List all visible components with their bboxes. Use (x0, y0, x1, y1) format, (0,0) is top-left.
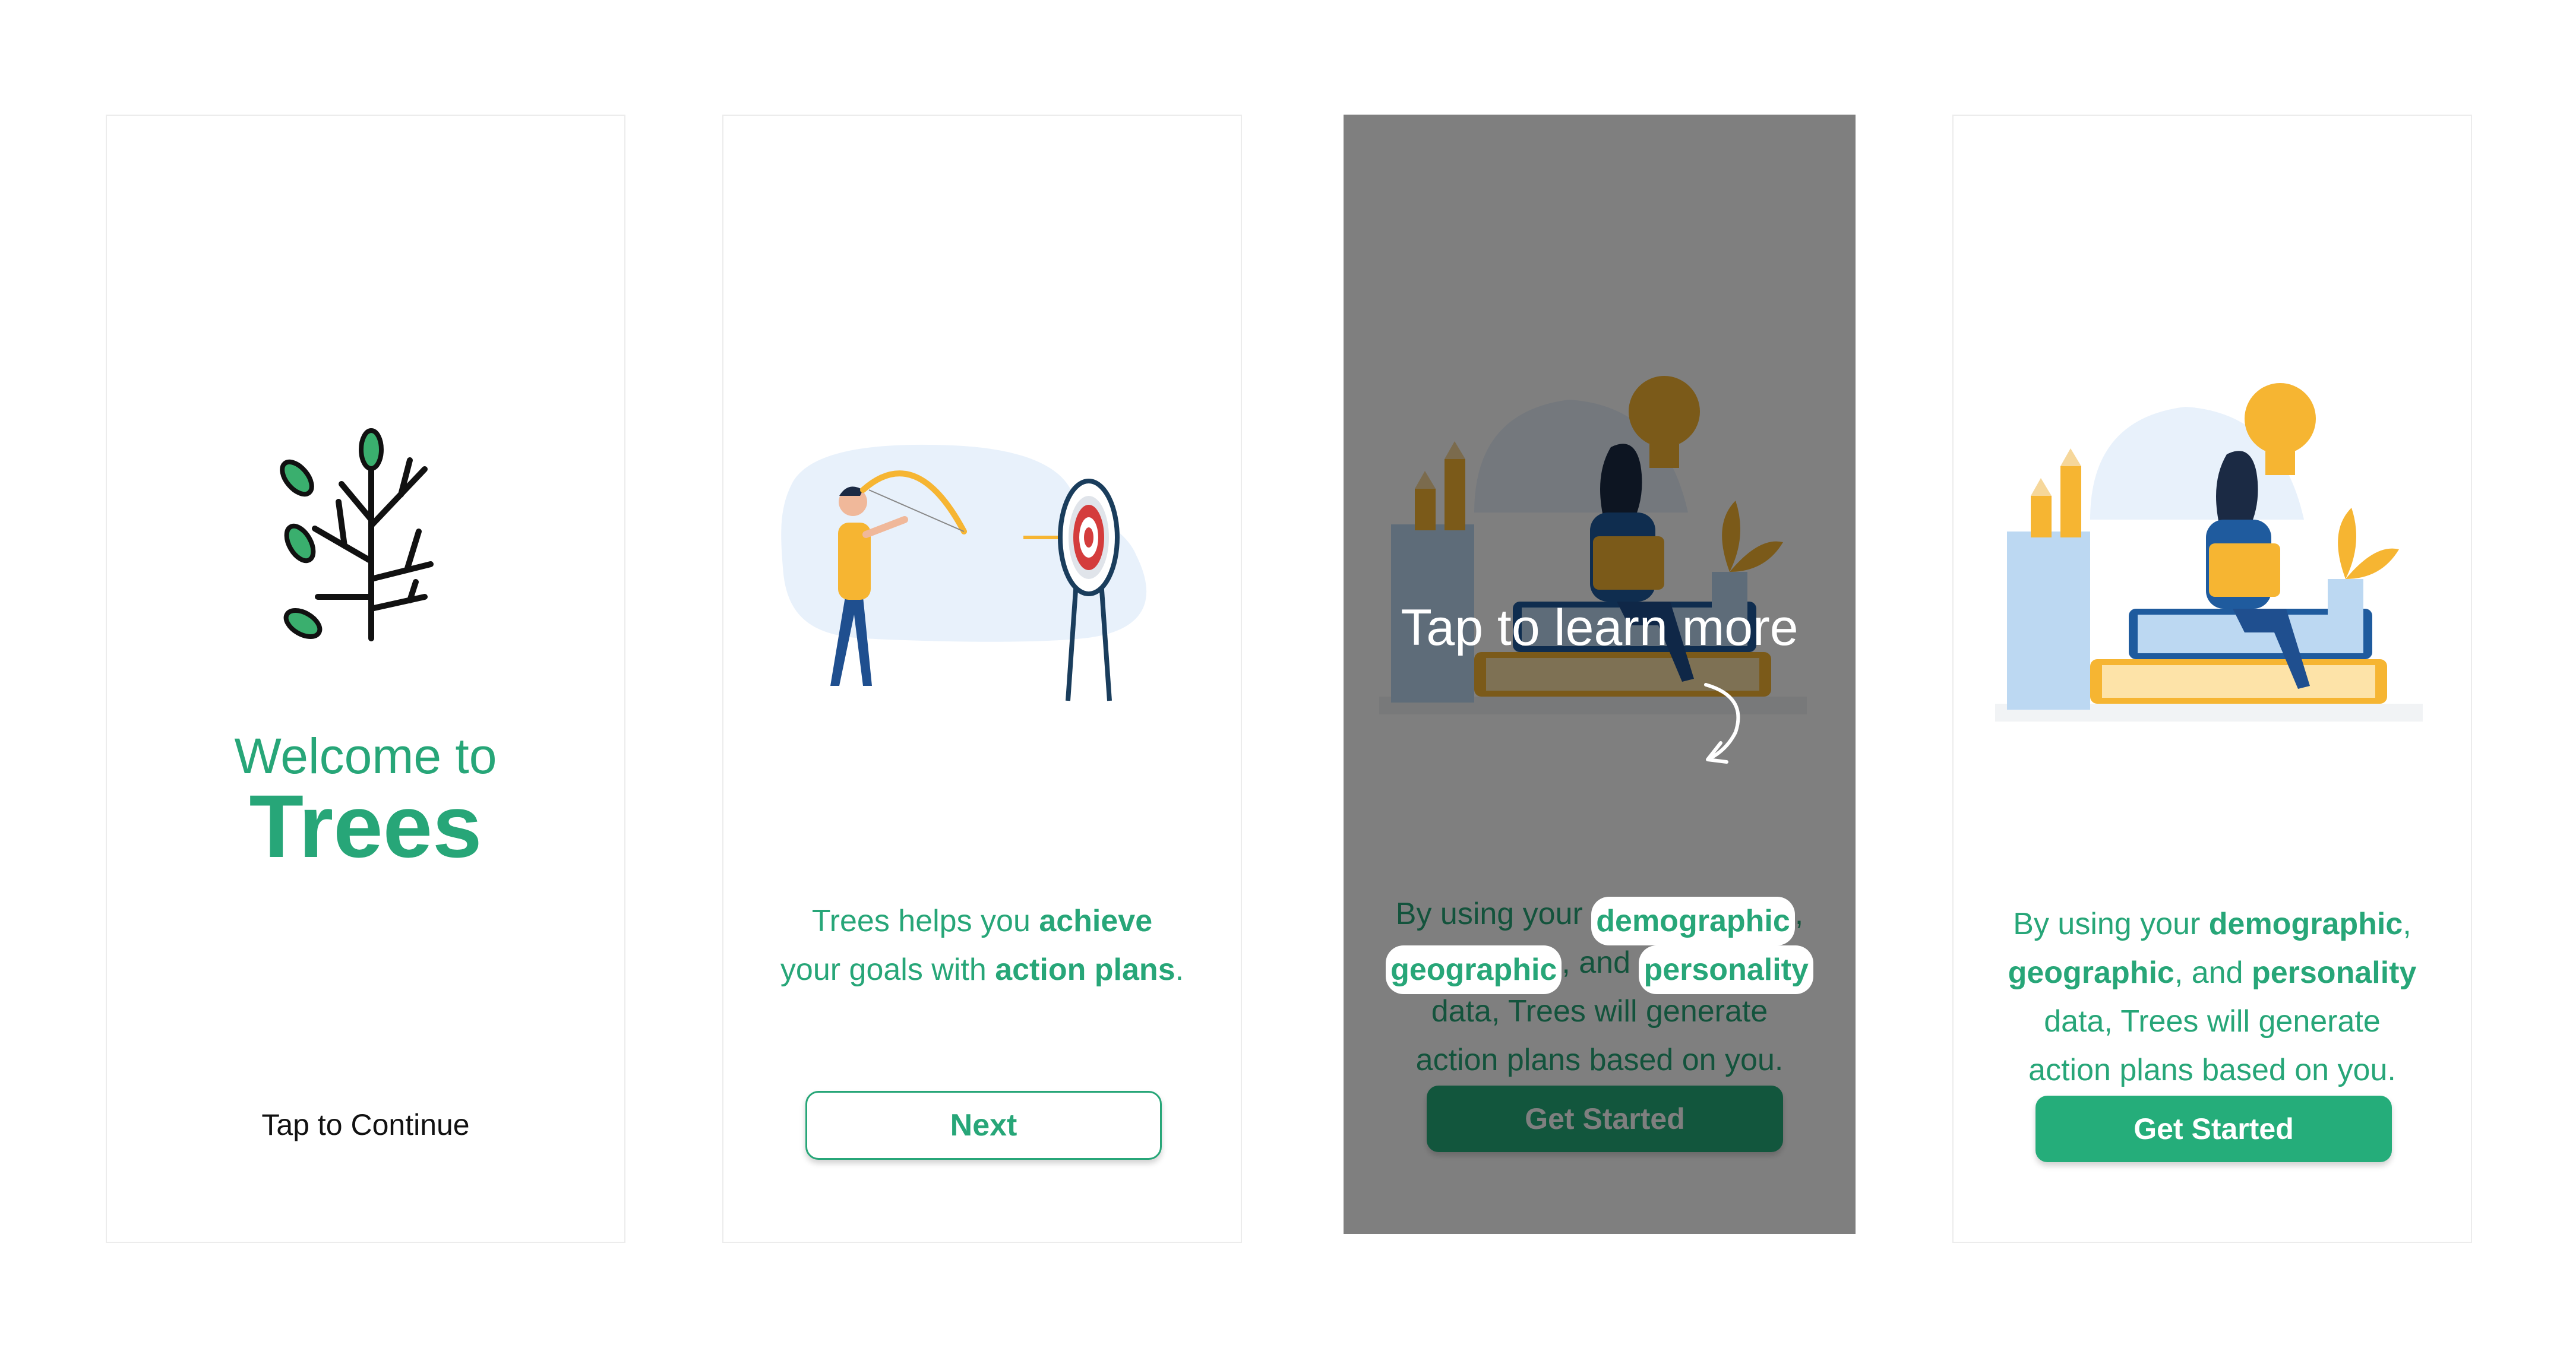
next-button[interactable]: Next (805, 1091, 1162, 1160)
demographic-chip[interactable]: demographic (1591, 897, 1795, 945)
brand-title: Trees (249, 776, 482, 876)
tooltip-tap-to-learn[interactable]: Tap to learn more (1344, 599, 1856, 657)
goals-description: Trees helps you achieve your goals with … (780, 904, 1184, 987)
tap-to-continue[interactable]: Tap to Continue (107, 1108, 624, 1142)
get-started-button-dimmed[interactable]: Get Started (1427, 1086, 1783, 1152)
study-illustration (1379, 376, 1807, 714)
final-screen: By using your demographic, geographic, a… (1952, 115, 2472, 1243)
welcome-screen[interactable]: Welcome to Trees Tap to Continue (106, 115, 625, 1243)
study-illustration (1995, 383, 2423, 722)
archer-illustration (781, 444, 1147, 701)
coachmark-screen[interactable]: By using your demographic, geographic, a… (1344, 115, 1856, 1234)
final-description: By using your demographic, geographic, a… (2008, 907, 2417, 1087)
get-started-button[interactable]: Get Started (2035, 1096, 2392, 1162)
goals-screen: Trees helps you achieve your goals with … (722, 115, 1242, 1243)
personality-chip[interactable]: personality (1639, 945, 1813, 994)
tree-logo-icon (280, 428, 434, 641)
curved-arrow-icon (1704, 683, 1740, 764)
geographic-chip[interactable]: geographic (1386, 945, 1562, 994)
